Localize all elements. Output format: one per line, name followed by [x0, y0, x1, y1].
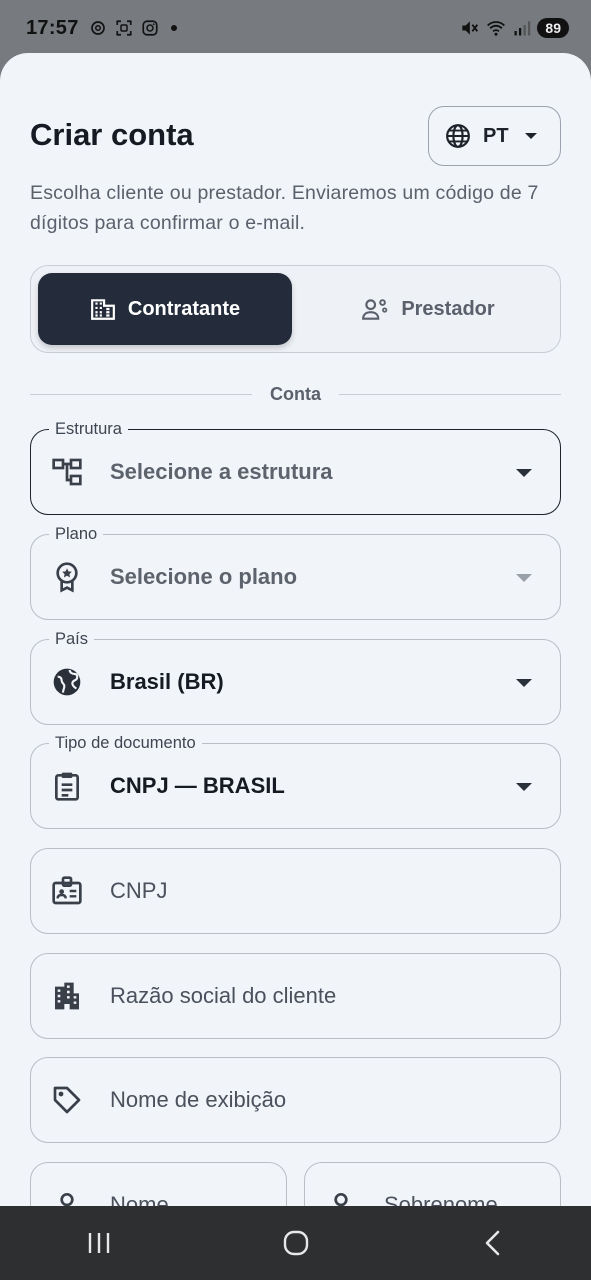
signal-icon [514, 21, 531, 36]
razao-social-input[interactable]: Razão social do cliente [30, 953, 561, 1039]
pais-label: País [49, 629, 95, 649]
divider-line [30, 393, 252, 395]
segment-contratante[interactable]: Contratante [38, 273, 292, 345]
segment-contratante-label: Contratante [127, 297, 241, 320]
apartment-icon [55, 982, 79, 1010]
battery-level: 89 [537, 18, 569, 38]
estrutura-select[interactable]: Estrutura Selecione a estrutura [30, 419, 561, 515]
plano-select[interactable]: Plano Selecione o plano [30, 524, 561, 620]
chevron-down-icon [524, 133, 537, 139]
home-icon [283, 1230, 308, 1256]
wifi-icon [487, 21, 506, 36]
openai-icon [90, 21, 105, 35]
chevron-down-icon[interactable] [516, 783, 532, 791]
page-subtitle: Escolha cliente ou prestador. Enviaremos… [30, 182, 539, 234]
plano-label: Plano [49, 524, 104, 544]
tipo-documento-select[interactable]: Tipo de documento CNPJ — BRASIL [30, 733, 561, 829]
award-icon [56, 562, 78, 593]
section-label: Conta [270, 383, 321, 404]
hierarchy-icon [52, 458, 82, 486]
provider-icon [362, 299, 388, 320]
mute-icon [462, 21, 479, 35]
plano-placeholder: Selecione o plano [110, 564, 298, 589]
person-icon [60, 1193, 74, 1206]
home-button[interactable] [266, 1213, 326, 1273]
recent-apps-button[interactable] [69, 1213, 129, 1273]
system-nav-bar [0, 1206, 591, 1280]
chevron-down-icon[interactable] [516, 574, 532, 582]
recent-apps-icon [88, 1233, 109, 1253]
cnpj-input[interactable]: CNPJ [30, 848, 561, 934]
chevron-down-icon[interactable] [516, 679, 532, 687]
status-bar: 17:57 89 [0, 0, 591, 56]
status-time: 17:57 [26, 16, 79, 39]
person-icon [334, 1193, 348, 1206]
pais-value: Brasil (BR) [110, 669, 224, 694]
language-button[interactable]: PT [428, 106, 561, 166]
create-account-sheet: Criar conta PT Escolha cliente ou presta… [0, 53, 591, 1206]
cnpj-placeholder: CNPJ [110, 878, 168, 903]
tipo-documento-label: Tipo de documento [49, 733, 202, 753]
estrutura-placeholder: Selecione a estrutura [110, 459, 333, 484]
building-icon [90, 299, 115, 320]
nome-exibicao-input[interactable]: Nome de exibição [30, 1057, 561, 1143]
account-type-selector: Contratante Prestador [30, 265, 561, 353]
sobrenome-placeholder: Sobrenome [384, 1192, 498, 1206]
clipboard-icon [55, 772, 79, 801]
razao-social-placeholder: Razão social do cliente [110, 983, 337, 1008]
back-button[interactable] [463, 1213, 523, 1273]
page-title: Criar conta [30, 117, 194, 152]
instagram-icon [142, 20, 158, 36]
nome-input[interactable]: Nome [30, 1162, 287, 1206]
chevron-down-icon[interactable] [516, 469, 532, 477]
globe-icon [446, 124, 470, 148]
segment-prestador-label: Prestador [401, 297, 495, 320]
badge-icon [52, 876, 82, 905]
tipo-documento-value: CNPJ — BRASIL [110, 773, 285, 798]
screen-record-icon [116, 20, 132, 36]
tag-icon [53, 1086, 81, 1114]
public-globe-icon [53, 668, 81, 696]
divider-line [339, 393, 561, 395]
notification-dot [170, 25, 177, 31]
estrutura-label: Estrutura [49, 419, 128, 439]
pais-select[interactable]: País Brasil (BR) [30, 629, 561, 725]
language-label: PT [483, 124, 509, 147]
back-icon [485, 1230, 499, 1256]
nome-exibicao-placeholder: Nome de exibição [110, 1087, 287, 1112]
segment-prestador[interactable]: Prestador [301, 273, 555, 345]
section-divider: Conta [30, 383, 561, 405]
sobrenome-input[interactable]: Sobrenome [304, 1162, 561, 1206]
nome-placeholder: Nome [110, 1192, 169, 1206]
